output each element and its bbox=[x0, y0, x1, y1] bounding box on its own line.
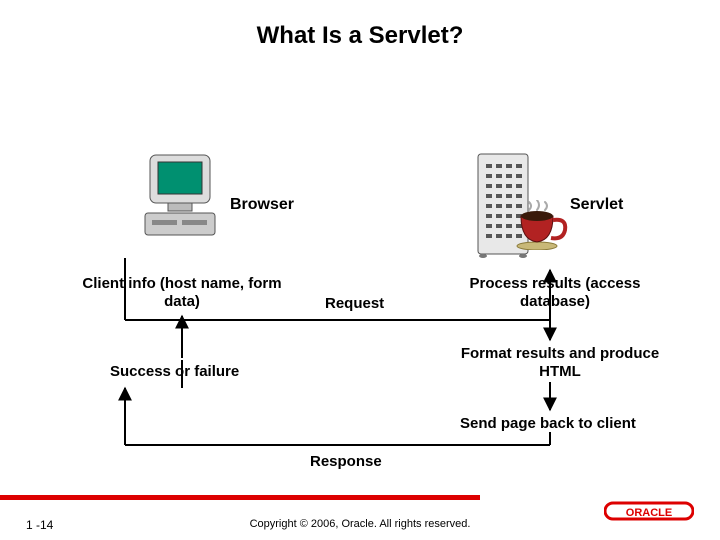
label-browser: Browser bbox=[230, 196, 294, 214]
slide-title: What Is a Servlet? bbox=[0, 22, 720, 50]
label-process-results: Process results (access database) bbox=[460, 275, 650, 311]
java-coffee-icon bbox=[515, 200, 570, 250]
label-request: Request bbox=[325, 295, 384, 312]
svg-text:ORACLE: ORACLE bbox=[626, 507, 672, 519]
label-response: Response bbox=[310, 453, 382, 470]
label-client-info: Client info (host name, form data) bbox=[82, 275, 282, 311]
label-send-page: Send page back to client bbox=[460, 415, 636, 432]
label-servlet: Servlet bbox=[570, 196, 623, 214]
footer-accent-bar bbox=[0, 495, 480, 500]
label-format-results: Format results and produce HTML bbox=[445, 345, 675, 381]
monitor-computer-icon bbox=[140, 150, 220, 245]
oracle-logo-icon: ORACLE bbox=[604, 500, 694, 522]
label-success-failure: Success or failure bbox=[110, 363, 239, 380]
